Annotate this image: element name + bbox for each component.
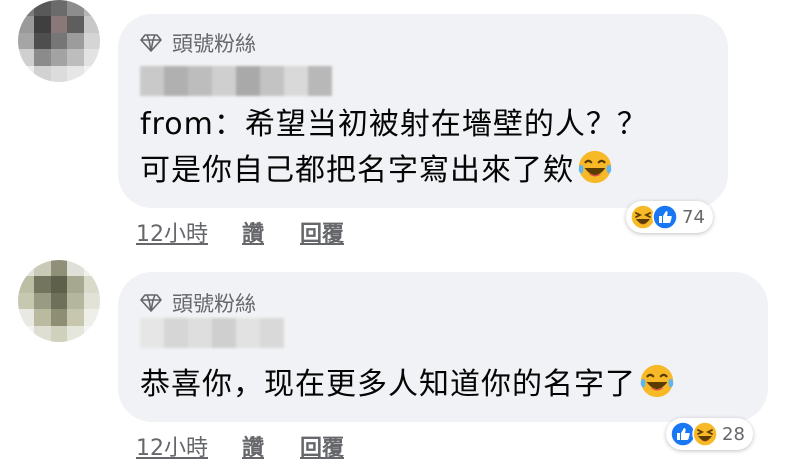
author-name-blurred[interactable] (140, 66, 332, 96)
diamond-icon (140, 34, 162, 52)
comment-line: from：希望当初被射在墻壁的人？？ (140, 107, 648, 142)
timestamp-link[interactable]: 12小時 (136, 430, 208, 462)
reaction-count: 28 (722, 423, 745, 445)
badge-label: 頭號粉絲 (172, 292, 256, 316)
comment-text: from：希望当初被射在墻壁的人？？ 可是你自己都把名字寫出來了欸 (140, 102, 648, 194)
like-button[interactable]: 讚 (242, 216, 264, 248)
comment-actions: 12小時 讚 回覆 (136, 430, 344, 462)
reaction-count: 74 (682, 206, 705, 228)
laughing-tears-emoji (578, 150, 612, 184)
reply-button[interactable]: 回覆 (300, 430, 344, 462)
top-fan-badge: 頭號粉絲 (140, 288, 256, 318)
like-button[interactable]: 讚 (242, 430, 264, 462)
diamond-icon (140, 294, 162, 312)
reaction-summary[interactable]: 28 (666, 418, 753, 450)
avatar[interactable] (18, 260, 100, 342)
avatar[interactable] (18, 0, 100, 82)
comment-line: 恭喜你，现在更多人知道你的名字了 (140, 367, 636, 402)
reaction-summary[interactable]: 74 (626, 201, 713, 233)
timestamp-link[interactable]: 12小時 (136, 216, 208, 248)
laughing-tears-emoji (640, 364, 674, 398)
comment-line: 可是你自己都把名字寫出來了欸 (140, 153, 574, 188)
author-name-blurred[interactable] (140, 318, 284, 348)
badge-label: 頭號粉絲 (172, 32, 256, 56)
comment-text: 恭喜你，现在更多人知道你的名字了 (140, 362, 676, 408)
reply-button[interactable]: 回覆 (300, 216, 344, 248)
comment-actions: 12小時 讚 回覆 (136, 216, 344, 248)
like-reaction-icon (652, 204, 678, 230)
top-fan-badge: 頭號粉絲 (140, 28, 256, 58)
haha-reaction-icon (692, 421, 718, 447)
